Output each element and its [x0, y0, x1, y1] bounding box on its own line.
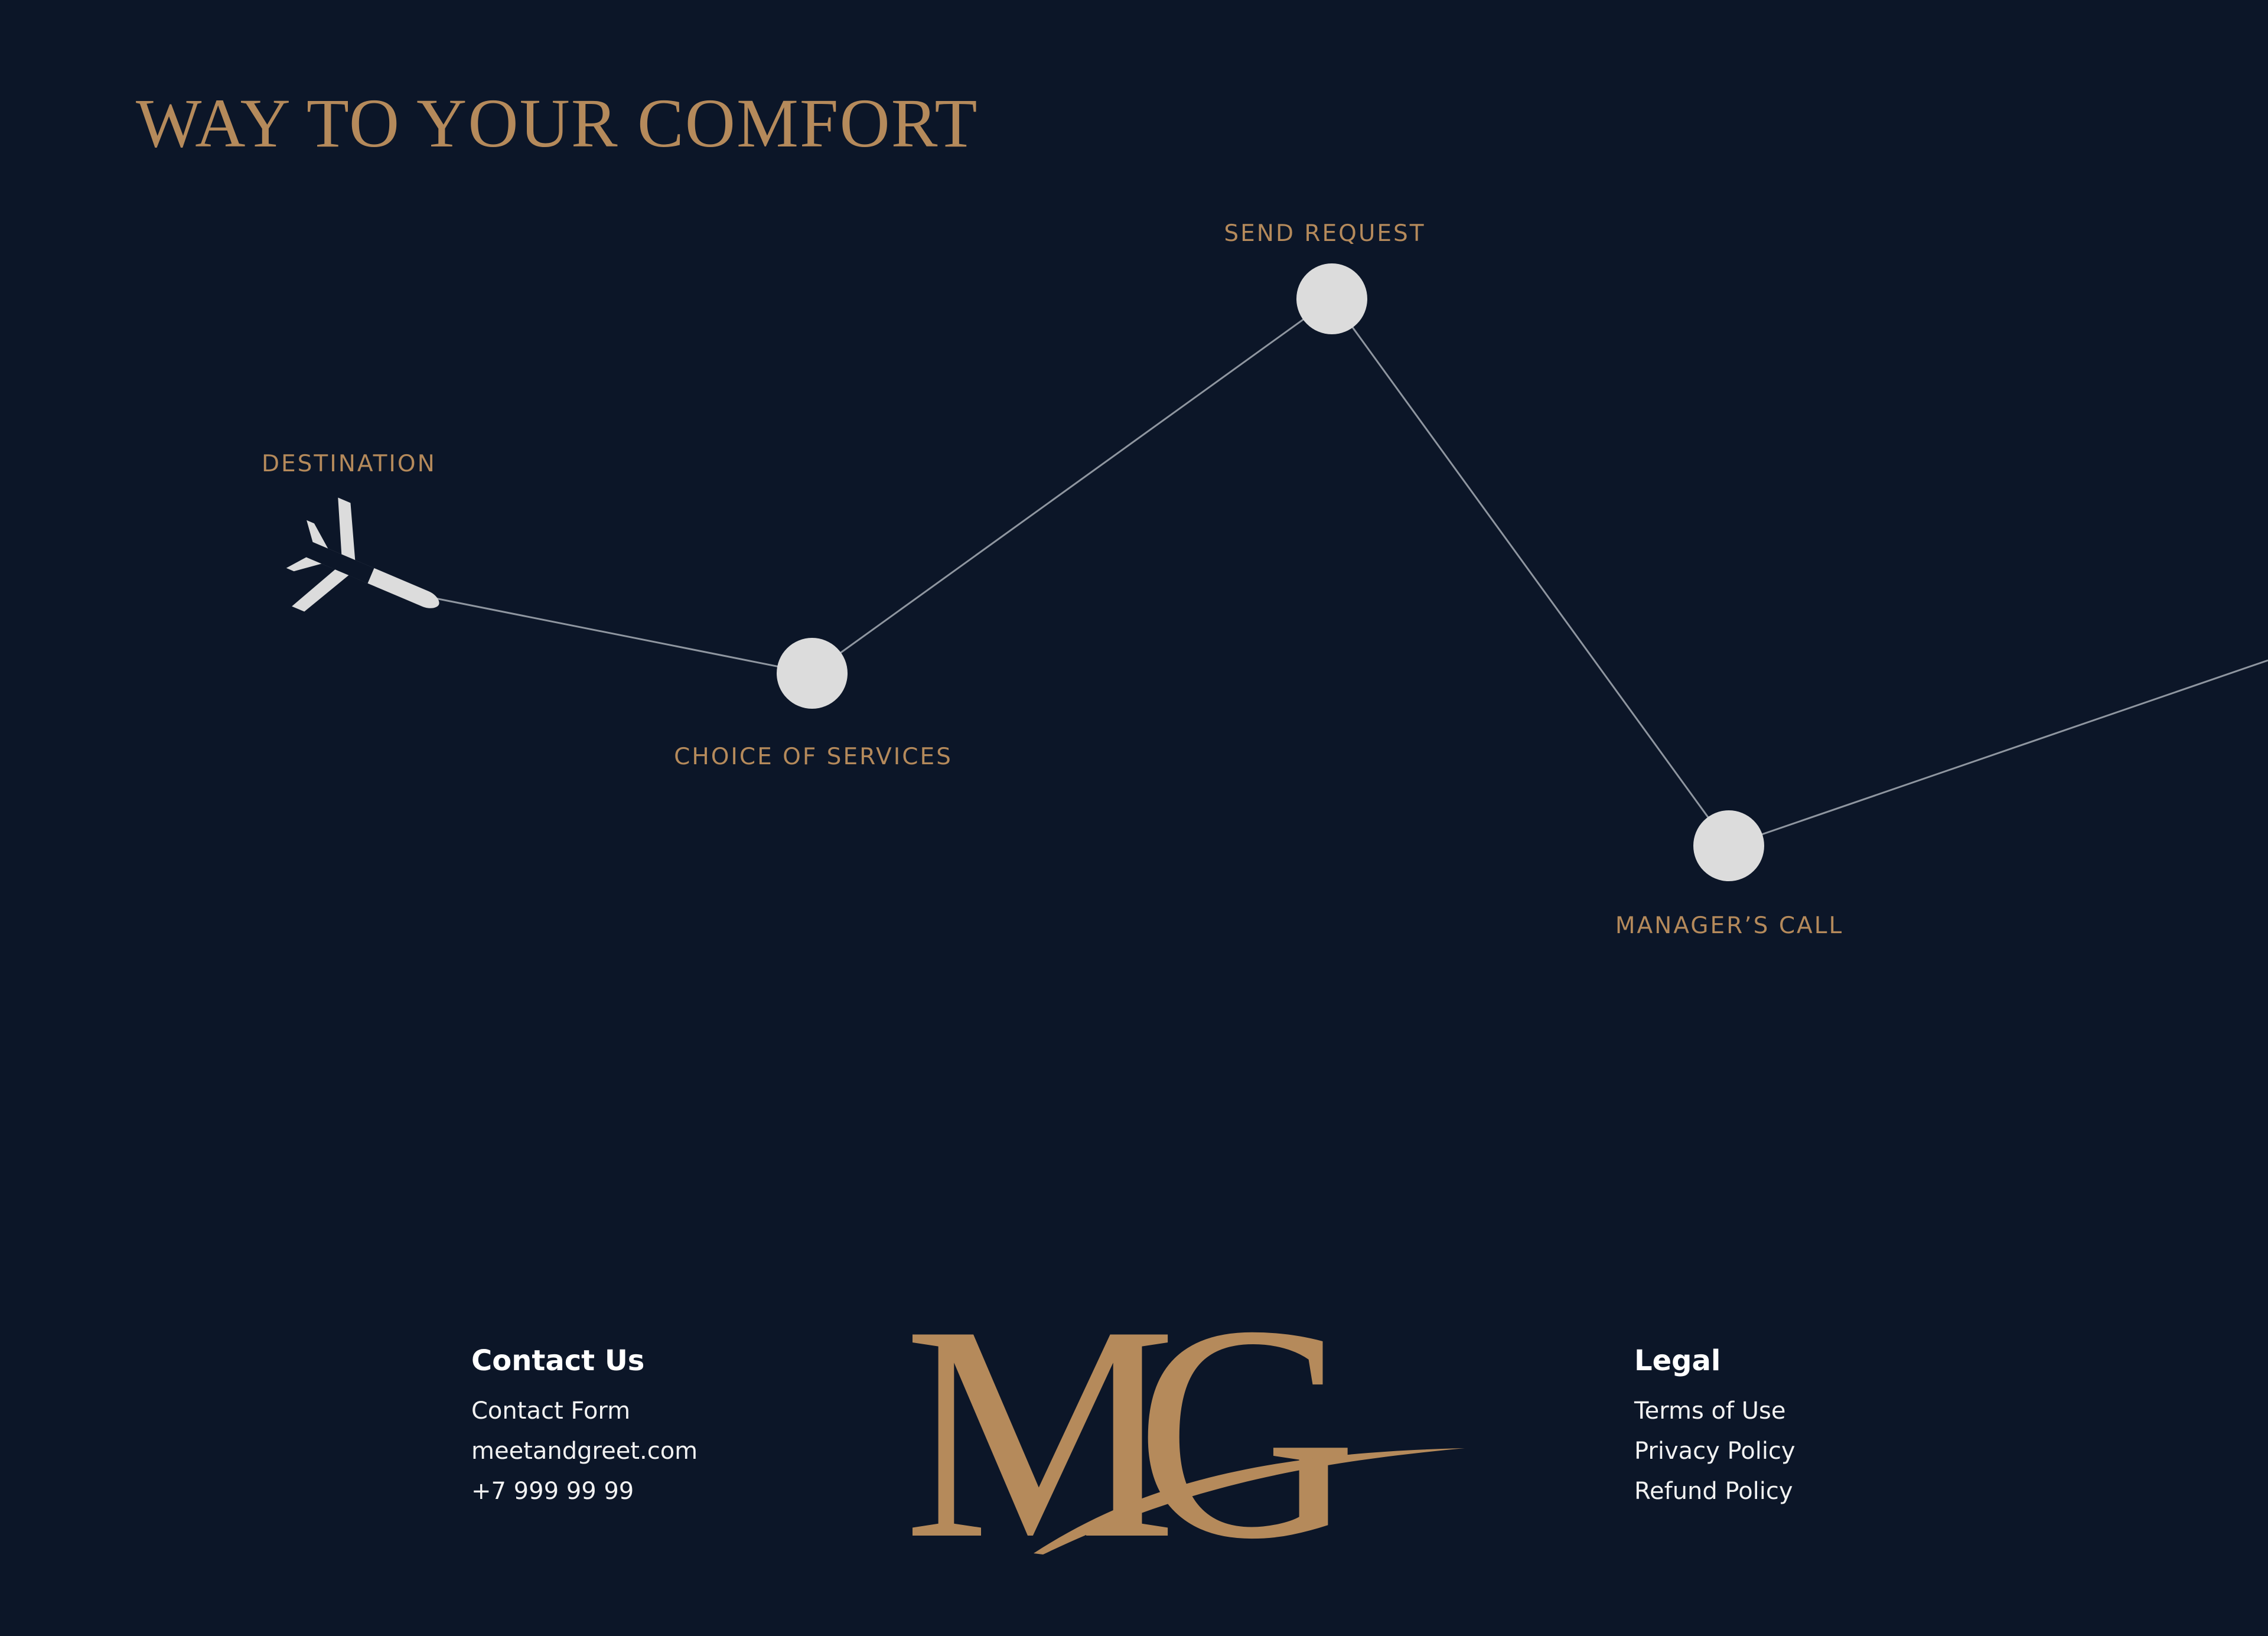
airplane-icon: [286, 497, 439, 612]
mg-logo: MG MG: [904, 1276, 1465, 1571]
contact-heading: Contact Us: [471, 1344, 645, 1377]
route-diagram: [286, 263, 2268, 881]
website-link[interactable]: meetandgreet.com: [471, 1431, 698, 1471]
step-node-choice-of-services: [777, 638, 848, 709]
step-label-destination: DESTINATION: [262, 451, 436, 477]
contact-form-link[interactable]: Contact Form: [471, 1391, 698, 1431]
route-segment-3: [1331, 298, 1730, 846]
footer-legal: Legal Terms of Use Privacy Policy Refund…: [1634, 1345, 1795, 1511]
step-node-send-request: [1296, 263, 1367, 334]
phone-link[interactable]: +7 999 99 99: [471, 1471, 698, 1511]
privacy-policy-link[interactable]: Privacy Policy: [1634, 1431, 1795, 1471]
page: WAY TO YOUR COMFORT DESTINATION CHOICE O…: [0, 0, 2268, 1636]
step-node-managers-call: [1693, 810, 1764, 881]
route-segment-1: [426, 595, 813, 674]
terms-of-use-link[interactable]: Terms of Use: [1634, 1391, 1795, 1431]
refund-policy-link[interactable]: Refund Policy: [1634, 1471, 1795, 1511]
footer-contact: Contact Us Contact Form meetandgreet.com…: [471, 1345, 698, 1511]
step-label-choice-of-services: CHOICE OF SERVICES: [674, 744, 953, 770]
legal-list: Terms of Use Privacy Policy Refund Polic…: [1634, 1391, 1795, 1511]
route-segment-4: [1728, 659, 2268, 847]
svg-text:MG: MG: [904, 1276, 1351, 1571]
step-label-managers-call: MANAGER’S CALL: [1615, 912, 1844, 939]
legal-heading: Legal: [1634, 1344, 1721, 1377]
step-label-send-request: SEND REQUEST: [1224, 220, 1426, 247]
route-segment-2: [812, 298, 1332, 674]
contact-list: Contact Form meetandgreet.com +7 999 99 …: [471, 1391, 698, 1511]
